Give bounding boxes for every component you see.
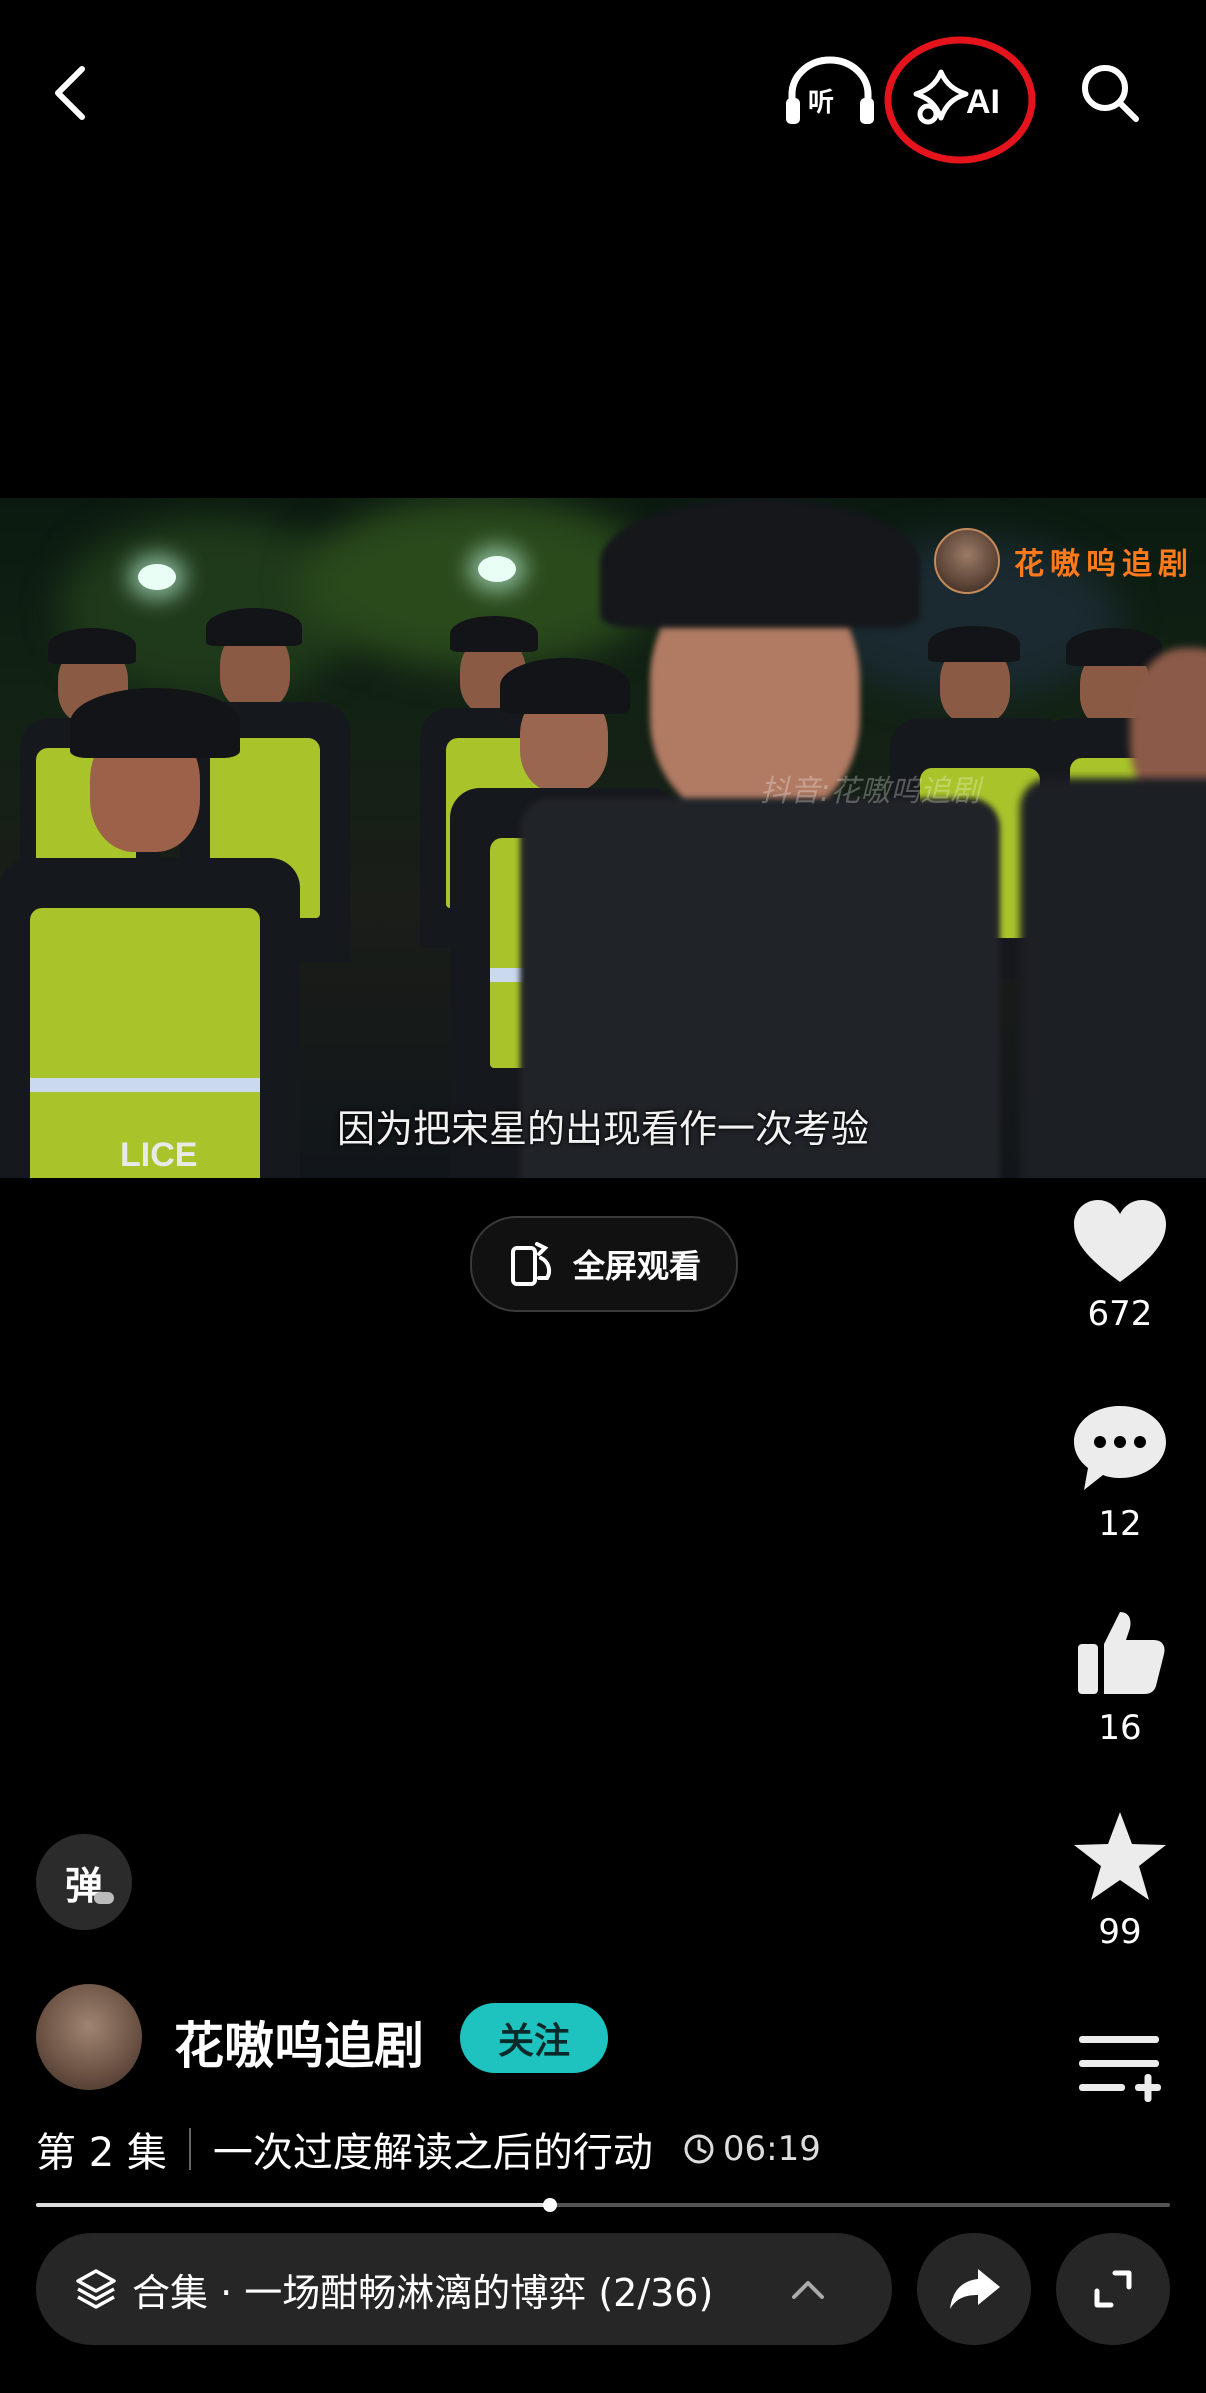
ai-label: AI <box>966 83 1000 121</box>
street-lamp <box>478 556 516 582</box>
comment-bubble-icon <box>1074 1406 1166 1490</box>
comment-button[interactable]: 12 <box>1060 1400 1180 1544</box>
toggle-off-icon <box>94 1892 114 1904</box>
favorite-count: 99 <box>1098 1912 1142 1952</box>
author-avatar[interactable] <box>36 1984 142 2090</box>
expand-button[interactable] <box>1056 2233 1170 2345</box>
channel-badge: 花嗷呜追剧 <box>934 526 1194 596</box>
layers-icon <box>76 2269 116 2309</box>
listen-label: 听 <box>808 88 835 118</box>
ai-button[interactable]: AI <box>880 30 1040 170</box>
progress-scrubber[interactable] <box>542 2198 557 2212</box>
clock-icon <box>684 2134 714 2164</box>
danmaku-toggle[interactable]: 弹 <box>36 1834 132 1930</box>
video-player[interactable]: LICE 花嗷呜追剧 抖音:花嗷呜追剧 因为把宋星的出现看作一次考验 <box>0 498 1206 1178</box>
fullscreen-button[interactable]: 全屏观看 <box>470 1216 738 1312</box>
follow-button[interactable]: 关注 <box>460 2003 608 2073</box>
episode-duration: 06:19 <box>683 2129 821 2169</box>
listen-button[interactable]: 听 <box>780 52 880 132</box>
share-arrow-icon <box>950 2269 1000 2309</box>
episode-number: 第 2 集 <box>36 2130 167 2176</box>
expand-icon <box>1094 2270 1132 2308</box>
street-lamp <box>138 564 176 590</box>
chevron-left-icon <box>55 66 85 120</box>
back-button[interactable] <box>40 58 100 128</box>
chevron-up-icon <box>792 2281 824 2299</box>
thumbs-up-count: 16 <box>1098 1708 1142 1748</box>
collection-label: 合集 · 一场酣畅淋漓的博弈 (2/36) <box>132 2270 714 2315</box>
badge-text: 花嗷呜追剧 <box>1014 547 1194 582</box>
playlist-add-button[interactable] <box>1060 2030 1180 2110</box>
heart-icon <box>1074 1200 1166 1282</box>
collection-selector[interactable]: 合集 · 一场酣畅淋漓的博弈 (2/36) <box>36 2233 892 2345</box>
progress-fill <box>36 2203 550 2207</box>
search-button[interactable] <box>1070 58 1150 128</box>
badge-avatar <box>934 528 1000 594</box>
star-icon <box>1074 1812 1166 1900</box>
thumbs-up-icon <box>1078 1612 1165 1694</box>
thumbs-up-button[interactable]: 16 <box>1060 1604 1180 1748</box>
playlist-add-icon <box>1079 2036 1161 2102</box>
rotate-phone-icon <box>510 1242 552 1286</box>
video-watermark: 抖音:花嗷呜追剧 <box>760 774 981 809</box>
fullscreen-label: 全屏观看 <box>572 1247 701 1285</box>
like-count: 672 <box>1087 1294 1153 1334</box>
author-name[interactable]: 花嗷呜追剧 <box>174 2006 424 2078</box>
like-button[interactable]: 672 <box>1060 1196 1180 1334</box>
duration-text: 06:19 <box>722 2129 821 2169</box>
share-button[interactable] <box>917 2233 1031 2345</box>
playback-progress-bar[interactable] <box>36 2198 1170 2212</box>
episode-info[interactable]: 第 2 集 一次过度解读之后的行动 06:19 <box>36 2120 821 2178</box>
video-subtitle: 因为把宋星的出现看作一次考验 <box>336 1107 869 1151</box>
favorite-button[interactable]: 99 <box>1060 1808 1180 1952</box>
search-icon <box>1082 65 1139 122</box>
comment-count: 12 <box>1098 1504 1142 1544</box>
episode-title: 一次过度解读之后的行动 <box>212 2130 653 2176</box>
divider <box>188 2128 191 2170</box>
